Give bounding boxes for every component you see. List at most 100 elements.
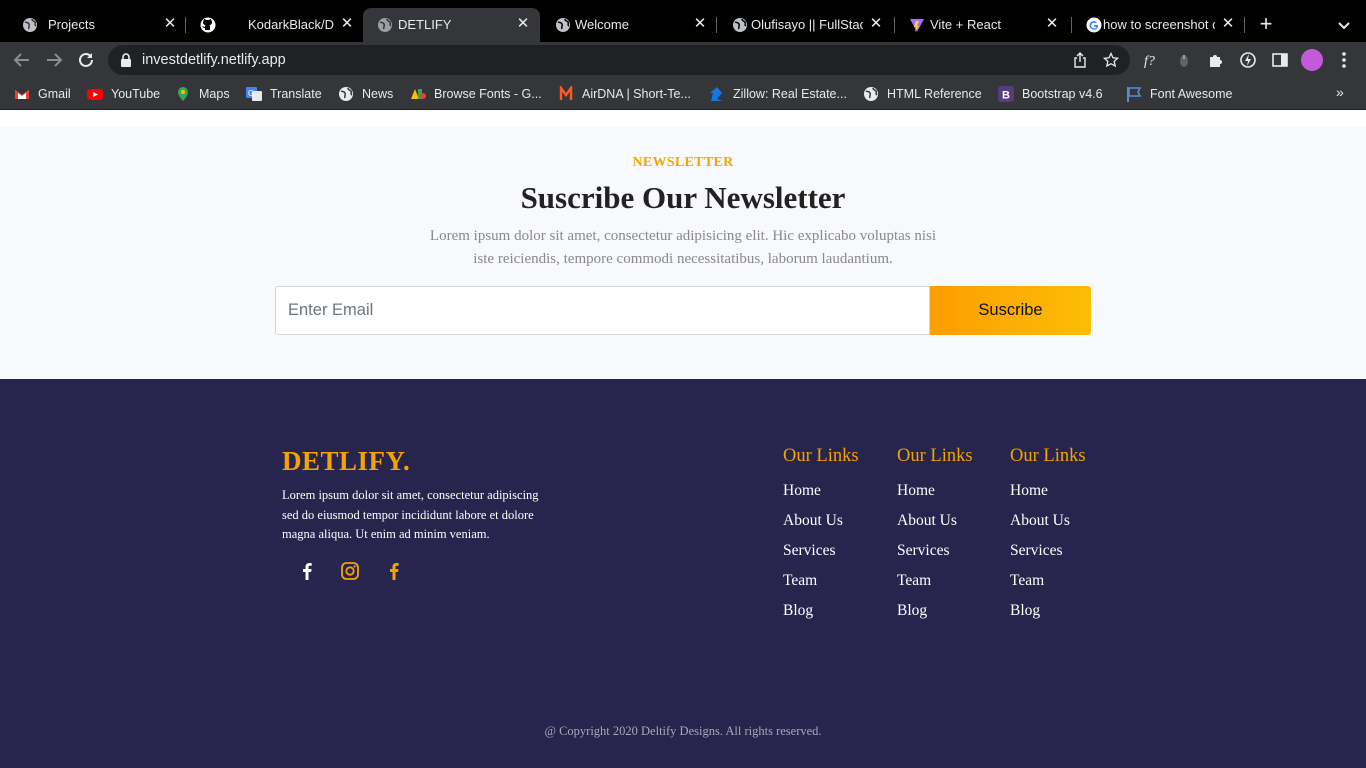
lock-icon[interactable]: [120, 53, 132, 67]
footer-link-about-us[interactable]: About Us: [783, 506, 859, 536]
footer-logo[interactable]: DETLIFY.: [282, 446, 410, 477]
footer-column-title: Our Links: [1010, 446, 1086, 466]
bookmark-label: YouTube: [111, 87, 161, 101]
bookmark-gmail[interactable]: Gmail: [14, 85, 71, 103]
close-icon[interactable]: ✕: [338, 15, 356, 33]
instagram-icon[interactable]: [339, 560, 361, 582]
back-icon[interactable]: [12, 50, 32, 70]
github-icon: [200, 17, 216, 33]
email-field[interactable]: [275, 286, 930, 335]
zillow-icon: [710, 87, 723, 101]
bootstrap-icon: B: [998, 86, 1014, 102]
newsletter-title: Suscribe Our Newsletter: [520, 180, 846, 215]
tab-detlify[interactable]: DETLIFY ✕: [363, 8, 540, 42]
youtube-icon: [87, 89, 103, 100]
page-content: NEWSLETTER Suscribe Our Newsletter Lorem…: [0, 111, 1366, 768]
close-icon[interactable]: ✕: [1219, 15, 1237, 33]
maps-icon: [178, 87, 188, 101]
globe-icon: [378, 18, 392, 32]
bookmarks-bar: Gmail YouTube Maps G Translate News Brow…: [0, 78, 1366, 110]
globe-icon: [864, 87, 878, 101]
bookmark-label: Font Awesome: [1150, 87, 1233, 101]
bookmark-youtube[interactable]: YouTube: [87, 85, 160, 103]
footer-link-home[interactable]: Home: [897, 476, 973, 506]
newsletter-description: Lorem ipsum dolor sit amet, consectetur …: [429, 228, 937, 267]
star-icon[interactable]: [1103, 52, 1119, 68]
tab-title: DETLIFY: [398, 17, 452, 32]
bookmark-html-reference[interactable]: HTML Reference: [863, 85, 982, 103]
footer-link-services[interactable]: Services: [783, 536, 859, 566]
newsletter-section: NEWSLETTER Suscribe Our Newsletter Lorem…: [0, 127, 1366, 379]
performance-icon[interactable]: [1239, 51, 1257, 69]
url-text[interactable]: investdetlify.netlify.app: [142, 52, 286, 68]
close-icon[interactable]: ✕: [1043, 15, 1061, 33]
footer-about-text: Lorem ipsum dolor sit amet, consectetur …: [282, 488, 539, 541]
new-tab-button[interactable]: +: [1254, 13, 1278, 37]
footer-link-about-us[interactable]: About Us: [1010, 506, 1086, 536]
close-icon[interactable]: ✕: [867, 15, 885, 33]
footer-link-blog[interactable]: Blog: [783, 596, 859, 626]
subscribe-button[interactable]: Suscribe: [930, 286, 1091, 335]
tab-projects[interactable]: Projects ✕: [8, 8, 184, 42]
tab-title: Projects: [48, 17, 95, 32]
reload-icon[interactable]: [76, 50, 96, 70]
facebook-icon[interactable]: [383, 560, 405, 582]
tab-vite-react[interactable]: Vite + React ✕: [895, 8, 1071, 42]
footer-column-title: Our Links: [897, 446, 973, 466]
globe-icon: [23, 18, 37, 32]
tab-separator: [716, 17, 717, 33]
footer-link-team[interactable]: Team: [897, 566, 973, 596]
tab-welcome[interactable]: Welcome ✕: [541, 8, 717, 42]
footer-links-column: Our Links Home About Us Services Team Bl…: [783, 446, 859, 626]
chevron-down-icon[interactable]: [1334, 15, 1354, 35]
tab-google-search[interactable]: how to screenshot o ✕: [1072, 8, 1244, 42]
translate-icon: G: [246, 87, 262, 101]
font-finder-icon[interactable]: f?: [1143, 51, 1161, 69]
svg-text:B: B: [1002, 90, 1010, 102]
footer-link-services[interactable]: Services: [1010, 536, 1086, 566]
bookmark-font-awesome[interactable]: Font Awesome: [1126, 85, 1232, 103]
share-icon[interactable]: [1072, 52, 1088, 68]
footer-link-blog[interactable]: Blog: [1010, 596, 1086, 626]
vite-icon: [910, 19, 924, 32]
bookmark-label: Zillow: Real Estate...: [733, 87, 847, 101]
bookmark-bootstrap[interactable]: B Bootstrap v4.6: [998, 85, 1103, 103]
bookmark-google-fonts[interactable]: Browse Fonts - G...: [410, 85, 542, 103]
more-menu-icon[interactable]: [1336, 51, 1352, 69]
copyright-text: @ Copyright 2020 Deltify Designs. All ri…: [544, 724, 822, 738]
side-panel-icon[interactable]: [1271, 51, 1289, 69]
footer-link-blog[interactable]: Blog: [897, 596, 973, 626]
footer-link-about-us[interactable]: About Us: [897, 506, 973, 536]
footer-link-home[interactable]: Home: [783, 476, 859, 506]
footer-link-team[interactable]: Team: [1010, 566, 1086, 596]
footer-link-home[interactable]: Home: [1010, 476, 1086, 506]
footer-column-title: Our Links: [783, 446, 859, 466]
puzzle-icon[interactable]: [1207, 51, 1225, 69]
close-icon[interactable]: ✕: [514, 15, 532, 33]
footer-link-team[interactable]: Team: [783, 566, 859, 596]
avatar[interactable]: [1301, 49, 1323, 71]
close-icon[interactable]: ✕: [691, 15, 709, 33]
footer-link-services[interactable]: Services: [897, 536, 973, 566]
airdna-icon: [559, 86, 573, 100]
bookmarks-overflow-button[interactable]: »: [1336, 84, 1344, 100]
tab-olufisayo[interactable]: Olufisayo || FullStac ✕: [718, 8, 894, 42]
tab-title: Vite + React: [930, 17, 1001, 32]
address-bar[interactable]: investdetlify.netlify.app: [108, 45, 1130, 75]
bookmark-news[interactable]: News: [338, 85, 393, 103]
close-icon[interactable]: ✕: [161, 15, 179, 33]
bookmark-label: Translate: [270, 87, 322, 101]
section-divider: [0, 111, 1366, 127]
bookmark-maps[interactable]: Maps: [175, 85, 230, 103]
bookmark-zillow[interactable]: Zillow: Real Estate...: [709, 85, 847, 103]
tab-separator: [1244, 17, 1245, 33]
tab-title: how to screenshot o: [1103, 17, 1215, 32]
globe-icon: [556, 18, 570, 32]
facebook-icon[interactable]: [296, 560, 318, 582]
bookmark-translate[interactable]: G Translate: [246, 85, 322, 103]
tab-title: Welcome: [575, 17, 629, 32]
forward-icon[interactable]: [44, 50, 64, 70]
extension-mouse-icon[interactable]: [1175, 51, 1193, 69]
bookmark-airdna[interactable]: AirDNA | Short-Te...: [558, 85, 691, 103]
tab-github[interactable]: KodarkBlack/Detlify ✕: [186, 8, 362, 42]
